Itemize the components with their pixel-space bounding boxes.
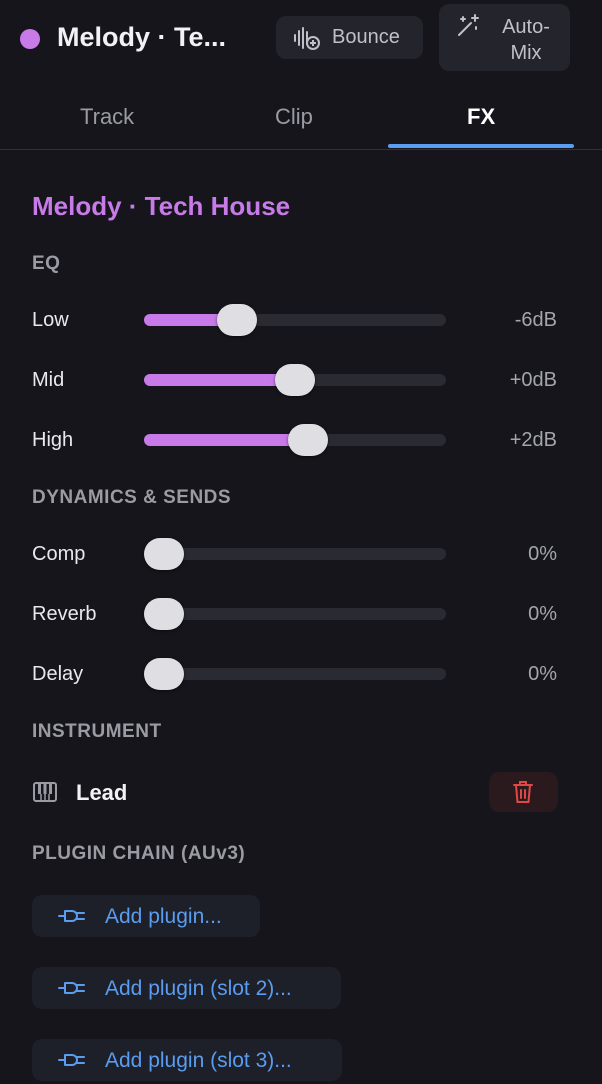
plug-icon: [58, 910, 85, 922]
slider-thumb[interactable]: [275, 364, 315, 396]
add-plugin-button-3[interactable]: Add plugin (slot 3)...: [32, 1039, 342, 1081]
eq-mid-value: +0dB: [509, 369, 557, 391]
delay-slider[interactable]: [144, 658, 446, 690]
instrument-name: Lead: [76, 780, 128, 805]
magic-wand-icon: [458, 14, 479, 36]
track-title: Melody · Te...: [57, 22, 227, 52]
slider-thumb[interactable]: [144, 598, 184, 630]
tab-clip[interactable]: Clip: [275, 104, 313, 130]
eq-high-label: High: [32, 429, 74, 451]
reverb-slider[interactable]: [144, 598, 446, 630]
add-plugin-button-2[interactable]: Add plugin (slot 2)...: [32, 967, 341, 1009]
plug-icon: [58, 982, 85, 994]
delay-value: 0%: [528, 663, 557, 685]
active-tab-indicator: [388, 144, 574, 148]
delete-instrument-button[interactable]: [489, 772, 558, 812]
piano-keys-icon: [33, 782, 57, 802]
slider-thumb[interactable]: [144, 538, 184, 570]
eq-low-value: -6dB: [514, 309, 557, 331]
eq-mid-slider[interactable]: [144, 364, 446, 396]
eq-mid-label: Mid: [32, 369, 65, 391]
add-plugin-label: Add plugin (slot 3)...: [105, 1049, 292, 1072]
instrument-label: INSTRUMENT: [32, 721, 162, 742]
track-color-dot: [20, 29, 40, 49]
bounce-button[interactable]: Bounce: [276, 16, 423, 59]
eq-low-label: Low: [32, 309, 69, 331]
delay-label: Delay: [32, 663, 84, 685]
comp-value: 0%: [528, 543, 557, 565]
eq-high-slider[interactable]: [144, 424, 446, 456]
bounce-label: Bounce: [332, 26, 400, 48]
automix-label: Auto- Mix: [502, 16, 550, 64]
plug-icon: [58, 1054, 85, 1066]
slider-thumb[interactable]: [217, 304, 258, 336]
plugin-chain-label: PLUGIN CHAIN (AUv3): [32, 843, 246, 864]
section-title: Melody · Tech House: [32, 191, 291, 221]
tab-fx[interactable]: FX: [467, 104, 495, 130]
dynamics-label: DYNAMICS & SENDS: [32, 487, 232, 508]
eq-low-slider[interactable]: [144, 304, 446, 336]
waveform-add-icon: [294, 27, 320, 50]
header: Melody · Te... Bounce Auto- Mix: [0, 0, 602, 76]
add-plugin-label: Add plugin (slot 2)...: [105, 977, 292, 1000]
tab-track[interactable]: Track: [80, 104, 134, 130]
add-plugin-label: Add plugin...: [105, 905, 222, 928]
reverb-label: Reverb: [32, 603, 97, 625]
tab-bar: Track Clip FX: [0, 90, 602, 150]
add-plugin-button-1[interactable]: Add plugin...: [32, 895, 260, 937]
comp-slider[interactable]: [144, 538, 446, 570]
slider-thumb[interactable]: [144, 658, 184, 690]
eq-label: EQ: [32, 253, 61, 274]
eq-high-value: +2dB: [509, 429, 557, 451]
automix-button[interactable]: Auto- Mix: [439, 4, 570, 71]
slider-thumb[interactable]: [288, 424, 329, 456]
comp-label: Comp: [32, 543, 86, 565]
trash-icon: [513, 781, 533, 803]
reverb-value: 0%: [528, 603, 557, 625]
